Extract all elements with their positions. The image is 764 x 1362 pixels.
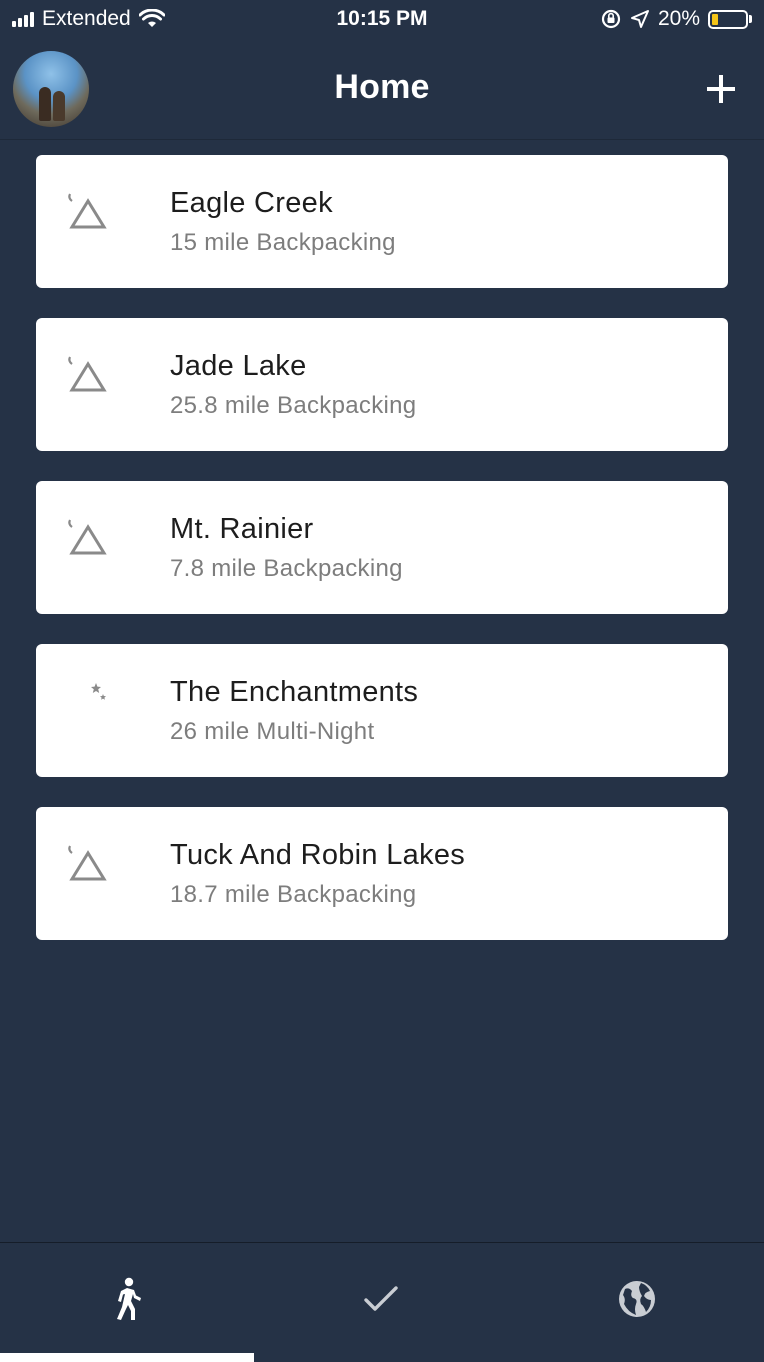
tab-bar [0,1242,764,1362]
globe-icon [619,1281,655,1317]
page-title: Home [334,68,430,106]
carrier-name: Extended [42,7,131,30]
hiker-icon [117,1277,141,1320]
active-tab-indicator [0,1353,254,1362]
battery-percent: 20% [657,7,700,30]
trip-description: 25.8 mile Backpacking [170,392,417,419]
trip-name: Tuck And Robin Lakes [170,839,466,871]
trip-description: 26 mile Multi-Night [170,718,375,745]
location-icon [630,10,649,28]
plus-icon [707,75,735,103]
tab-completed[interactable] [254,1243,508,1355]
trip-name: Mt. Rainier [170,513,314,545]
trip-card[interactable]: Eagle Creek 15 mile Backpacking [36,155,728,288]
trip-name: Eagle Creek [170,187,333,219]
trip-description: 15 mile Backpacking [170,229,396,256]
trip-description: 7.8 mile Backpacking [170,555,403,582]
tent-icon [68,845,107,881]
tab-trips[interactable] [0,1243,254,1355]
checkmark-icon [364,1286,398,1311]
signal-icon [12,11,34,27]
trip-card[interactable]: The Enchantments 26 mile Multi-Night [36,644,728,777]
trip-name: Jade Lake [170,350,307,382]
tab-explore[interactable] [510,1243,764,1355]
orientation-lock-icon [601,9,621,29]
add-trip-button[interactable] [698,66,744,112]
wifi-icon [138,9,165,27]
trip-description: 18.7 mile Backpacking [170,881,417,908]
trip-list: Eagle Creek 15 mile Backpacking Jade Lak… [36,155,728,970]
header: Home [0,40,764,140]
battery-icon [708,9,752,29]
trip-card[interactable]: Tuck And Robin Lakes 18.7 mile Backpacki… [36,807,728,940]
status-left: Extended [12,7,165,31]
status-right: 20% [600,7,752,31]
trip-name: The Enchantments [170,676,419,708]
tent-icon [68,193,107,229]
trip-card[interactable]: Mt. Rainier 7.8 mile Backpacking [36,481,728,614]
tent-icon [68,519,107,555]
tent-icon [68,356,107,392]
moon-stars-icon [77,683,106,714]
trip-card[interactable]: Jade Lake 25.8 mile Backpacking [36,318,728,451]
status-bar: Extended 10:15 PM 20% [0,0,764,38]
